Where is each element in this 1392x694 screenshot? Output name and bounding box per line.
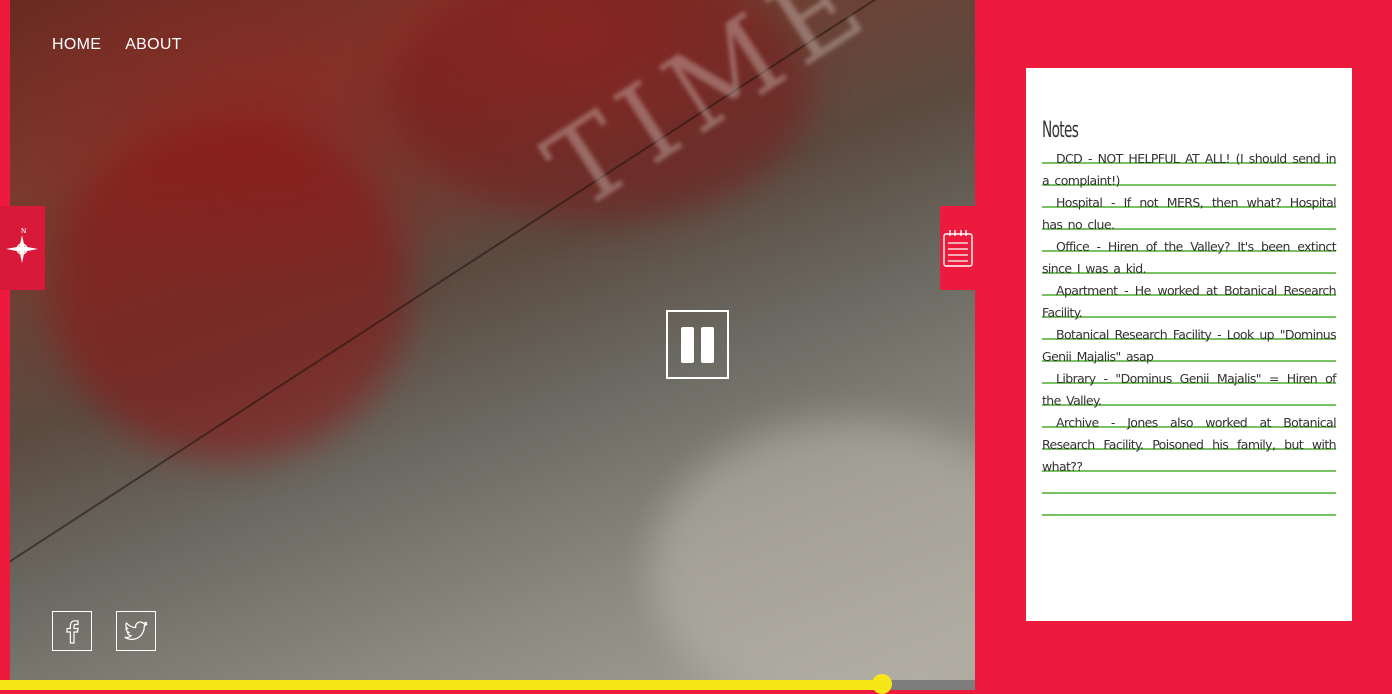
compass-north-label: N xyxy=(21,227,26,235)
note-entry: Botanical Research Facility - Look up "D… xyxy=(1042,327,1337,364)
nav-home-link[interactable]: HOME xyxy=(52,36,101,54)
notes-rule-line xyxy=(1042,494,1336,516)
note-entry: Apartment - He worked at Botanical Resea… xyxy=(1042,283,1337,320)
note-entry: Archive - Jones also worked at Botanical… xyxy=(1042,415,1337,474)
progress-scrubber-handle[interactable] xyxy=(872,674,893,694)
progress-fill xyxy=(0,680,883,690)
note-entry: DCD - NOT HELPFUL AT ALL! (I should send… xyxy=(1042,151,1337,188)
note-entry: Library - "Dominus Genii Majalis" = Hire… xyxy=(1042,371,1337,408)
note-entry: Office - Hiren of the Valley? It's been … xyxy=(1042,239,1337,276)
video-progress-bar[interactable] xyxy=(0,674,975,694)
note-entry: Hospital - If not MERS, then what? Hospi… xyxy=(1042,195,1337,232)
map-tab-button[interactable]: N xyxy=(0,206,45,290)
facebook-button[interactable] xyxy=(52,611,92,651)
notepad-icon xyxy=(942,230,973,267)
top-nav: HOME ABOUT xyxy=(52,36,182,54)
nav-about-link[interactable]: ABOUT xyxy=(125,36,182,54)
background-blur-red xyxy=(50,120,410,460)
twitter-icon xyxy=(124,621,148,640)
pause-icon-bar-right xyxy=(701,326,714,363)
notes-tab-button[interactable] xyxy=(940,206,975,290)
notes-title: Notes xyxy=(1042,118,1079,143)
video-stage[interactable]: TIME xyxy=(10,0,975,690)
pause-icon-bar-left xyxy=(681,326,694,363)
notes-panel: Notes DCD - NOT HELPFUL AT ALL! (I shoul… xyxy=(1026,68,1352,621)
notes-list: DCD - NOT HELPFUL AT ALL! (I should send… xyxy=(1042,148,1337,478)
background-blur-light xyxy=(650,420,975,690)
facebook-icon xyxy=(66,620,79,644)
twitter-button[interactable] xyxy=(116,611,156,651)
pause-button[interactable] xyxy=(666,310,729,379)
compass-icon: N xyxy=(5,227,38,263)
left-edge-strip xyxy=(0,0,10,690)
